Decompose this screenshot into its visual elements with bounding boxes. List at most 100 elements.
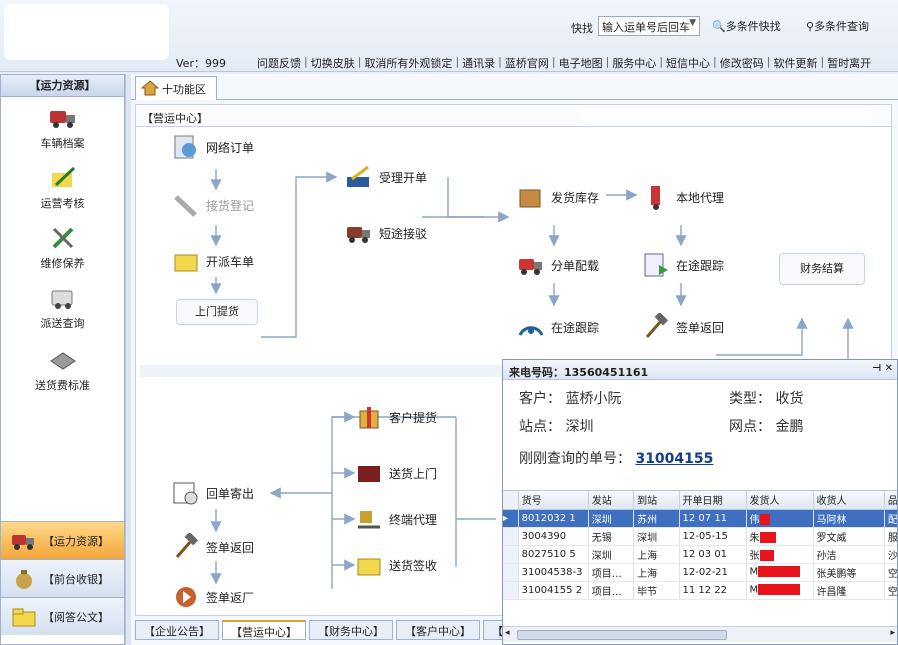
document-arrow-icon (644, 253, 668, 277)
sidebar-item-delivery-query[interactable]: 派送查询 (1, 285, 124, 331)
customer-field: 客户： 蓝桥小阮 (519, 391, 622, 407)
box-icon (519, 189, 541, 208)
col-date[interactable]: 开单日期 (679, 491, 747, 510)
caller-info: 客户： 蓝桥小阮 类型： 收货 站点： 深圳 网点： 金鹏 刚刚查询的单号： 3… (503, 380, 897, 482)
grid-header: 货号 发站 到站 开单日期 发货人 收货人 品名 (503, 491, 897, 510)
folder-icon (174, 254, 198, 272)
forklift-icon (358, 511, 380, 529)
table-row[interactable]: 31004538-3项目…上海12-02-21 M 张美鹏等空调 (503, 563, 897, 582)
menu-away[interactable]: 暂时离开 (824, 55, 874, 71)
col-shipper[interactable]: 发货人 (746, 491, 814, 510)
waybill-grid: 货号 发站 到站 开单日期 发货人 收货人 品名 ▸ 8012032 1深圳苏州… (503, 490, 897, 624)
quick-input-value: 输入运单号后回车 (602, 21, 690, 34)
node-terminal-agent[interactable]: 终端代理 (354, 505, 437, 533)
node-dispatch-order[interactable]: 开派车单 (171, 247, 254, 275)
pen-icon (174, 195, 197, 217)
caller-popup: 来电号码：13560451161 ⊣ ✕ 客户： 蓝桥小阮 类型： 收货 站点：… (502, 359, 898, 645)
col-consignee[interactable]: 收货人 (813, 491, 885, 510)
tab-customer-center[interactable]: 【客户中心】 (396, 620, 480, 640)
menu-map[interactable]: 电子地图 (556, 55, 606, 71)
sidebar-item-maintenance[interactable]: 维修保养 (1, 225, 124, 271)
col-waybill[interactable]: 货号 (518, 491, 589, 510)
col-destination[interactable]: 到站 (633, 491, 680, 510)
node-sign-return-factory[interactable]: 签单返厂 (171, 583, 254, 611)
multi-quick-find-button[interactable]: 🔍多条件快找 (712, 18, 781, 34)
sidebar-title: 【运力资源】 (1, 75, 124, 97)
pin-icon[interactable]: ⊣ (872, 363, 881, 374)
node-web-order[interactable]: 网络订单 (171, 133, 254, 161)
table-row[interactable]: 8027510 5深圳上海12 03 01 张 孙洁沙发 (503, 545, 897, 564)
sidebar-item-vehicle-archive[interactable]: 车辆档案 (1, 105, 124, 151)
node-sign-return-2[interactable]: 签单返回 (171, 533, 254, 561)
menu-software-update[interactable]: 软件更新 (770, 55, 820, 71)
scroll-right-icon[interactable]: ▸ (890, 628, 895, 638)
waybill-quick-input[interactable]: 输入运单号后回车 ▼ (598, 16, 700, 36)
section-header: 【营运中心】 (136, 105, 891, 127)
chevron-down-icon[interactable]: ▼ (689, 18, 696, 28)
tab-finance-center[interactable]: 【财务中心】 (309, 620, 393, 640)
globe-document-icon (174, 135, 196, 159)
row-pointer-icon: ▸ (503, 509, 519, 528)
type-field: 类型： 收货 (729, 391, 804, 407)
table-row[interactable]: 31004155 2项目…毕节11 12 22 M 许昌隆空调 (503, 581, 897, 600)
node-in-transit-track-1[interactable]: 在途跟踪 (641, 251, 724, 279)
node-accept-order[interactable]: 受理开单 (344, 163, 427, 191)
station-field: 站点： 深圳 (519, 419, 594, 435)
menu-change-password[interactable]: 修改密码 (717, 55, 767, 71)
scroll-left-icon[interactable]: ◂ (505, 628, 510, 638)
popup-controls: ⊣ ✕ (872, 363, 893, 374)
node-split-load[interactable]: 分单配载 (516, 251, 599, 279)
recent-waybill-link[interactable]: 31004155 (635, 451, 713, 467)
sidebar-tab-capacity[interactable]: 【运力资源】 (1, 521, 124, 559)
wrench-icon (52, 227, 73, 249)
node-pickup-register[interactable]: 接货登记 (171, 191, 254, 219)
pencil-paper-icon (51, 166, 75, 187)
tab-operations-center[interactable]: 【营运中心】 (222, 620, 306, 640)
horizontal-scrollbar[interactable]: ◂ ▸ (503, 626, 897, 642)
hand-truck-icon (651, 186, 660, 210)
col-origin[interactable]: 发站 (588, 491, 635, 510)
node-receipt-mail[interactable]: 回单寄出 (171, 479, 254, 507)
menu-switch-skin[interactable]: 切换皮肤 (308, 55, 358, 71)
logo-area (4, 4, 169, 60)
node-finance-settle[interactable]: 财务结算 (779, 253, 865, 285)
node-home-delivery[interactable]: 送货上门 (354, 459, 437, 487)
sidebar-tab-cashier[interactable]: 【前台收银】 (1, 559, 124, 597)
tab-function-area[interactable]: 十功能区 (135, 76, 217, 100)
home-icon (141, 80, 159, 96)
hammer-icon (645, 313, 669, 338)
menu-unlock-layout[interactable]: 取消所有外观锁定 (361, 55, 455, 71)
section-title: 【营运中心】 (142, 112, 208, 125)
node-delivery-sign[interactable]: 送货签收 (354, 551, 437, 579)
multi-search-button[interactable]: ⚲多条件查询 (806, 18, 869, 34)
sidebar-item-operation-review[interactable]: 运营考核 (1, 165, 124, 211)
device-icon (49, 352, 76, 370)
table-row[interactable]: ▸ 8012032 1深圳苏州12 07 11 伟 马阿林配件 (503, 509, 897, 528)
node-sign-return-1[interactable]: 签单返回 (641, 313, 724, 341)
node-in-transit-track-2[interactable]: 在途跟踪 (516, 313, 599, 341)
sidebar-tab-group: 【运力资源】 【前台收银】 【阅答公文】 (1, 521, 124, 635)
menu-contacts[interactable]: 通讯录 (459, 55, 498, 71)
node-short-transfer[interactable]: 短途接驳 (344, 219, 427, 247)
clock-document-icon (173, 482, 198, 505)
table-row[interactable]: 3004390无锡深圳12-05-15 朱 罗文威服装 (503, 527, 897, 546)
scroll-thumb[interactable] (517, 630, 727, 640)
pen-notebook-icon (347, 165, 369, 187)
top-menu: 问题反馈 | 切换皮肤 | 取消所有外观锁定 | 通讯录 | 蓝桥官网 | 电子地图 | 服… (254, 55, 874, 71)
menu-service-center[interactable]: 服务中心 (609, 55, 659, 71)
truck-icon (12, 534, 34, 550)
close-icon[interactable]: ✕ (885, 363, 893, 374)
node-local-agent[interactable]: 本地代理 (641, 183, 724, 211)
menu-sms-center[interactable]: 短信中心 (663, 55, 713, 71)
menu-feedback[interactable]: 问题反馈 (254, 55, 304, 71)
tab-company-notice[interactable]: 【企业公告】 (135, 620, 219, 640)
folder-icon (12, 608, 36, 626)
node-ship-inventory[interactable]: 发货库存 (516, 183, 599, 211)
sidebar-tab-documents[interactable]: 【阅答公文】 (1, 597, 124, 635)
diagram-divider (140, 365, 520, 377)
menu-official-site[interactable]: 蓝桥官网 (502, 55, 552, 71)
node-door-pickup[interactable]: 上门提货 (176, 299, 258, 325)
node-customer-pickup[interactable]: 客户提货 (354, 403, 437, 431)
sidebar-item-delivery-fee[interactable]: 送货费标准 (1, 347, 124, 393)
col-goods[interactable]: 品名 (884, 491, 897, 510)
